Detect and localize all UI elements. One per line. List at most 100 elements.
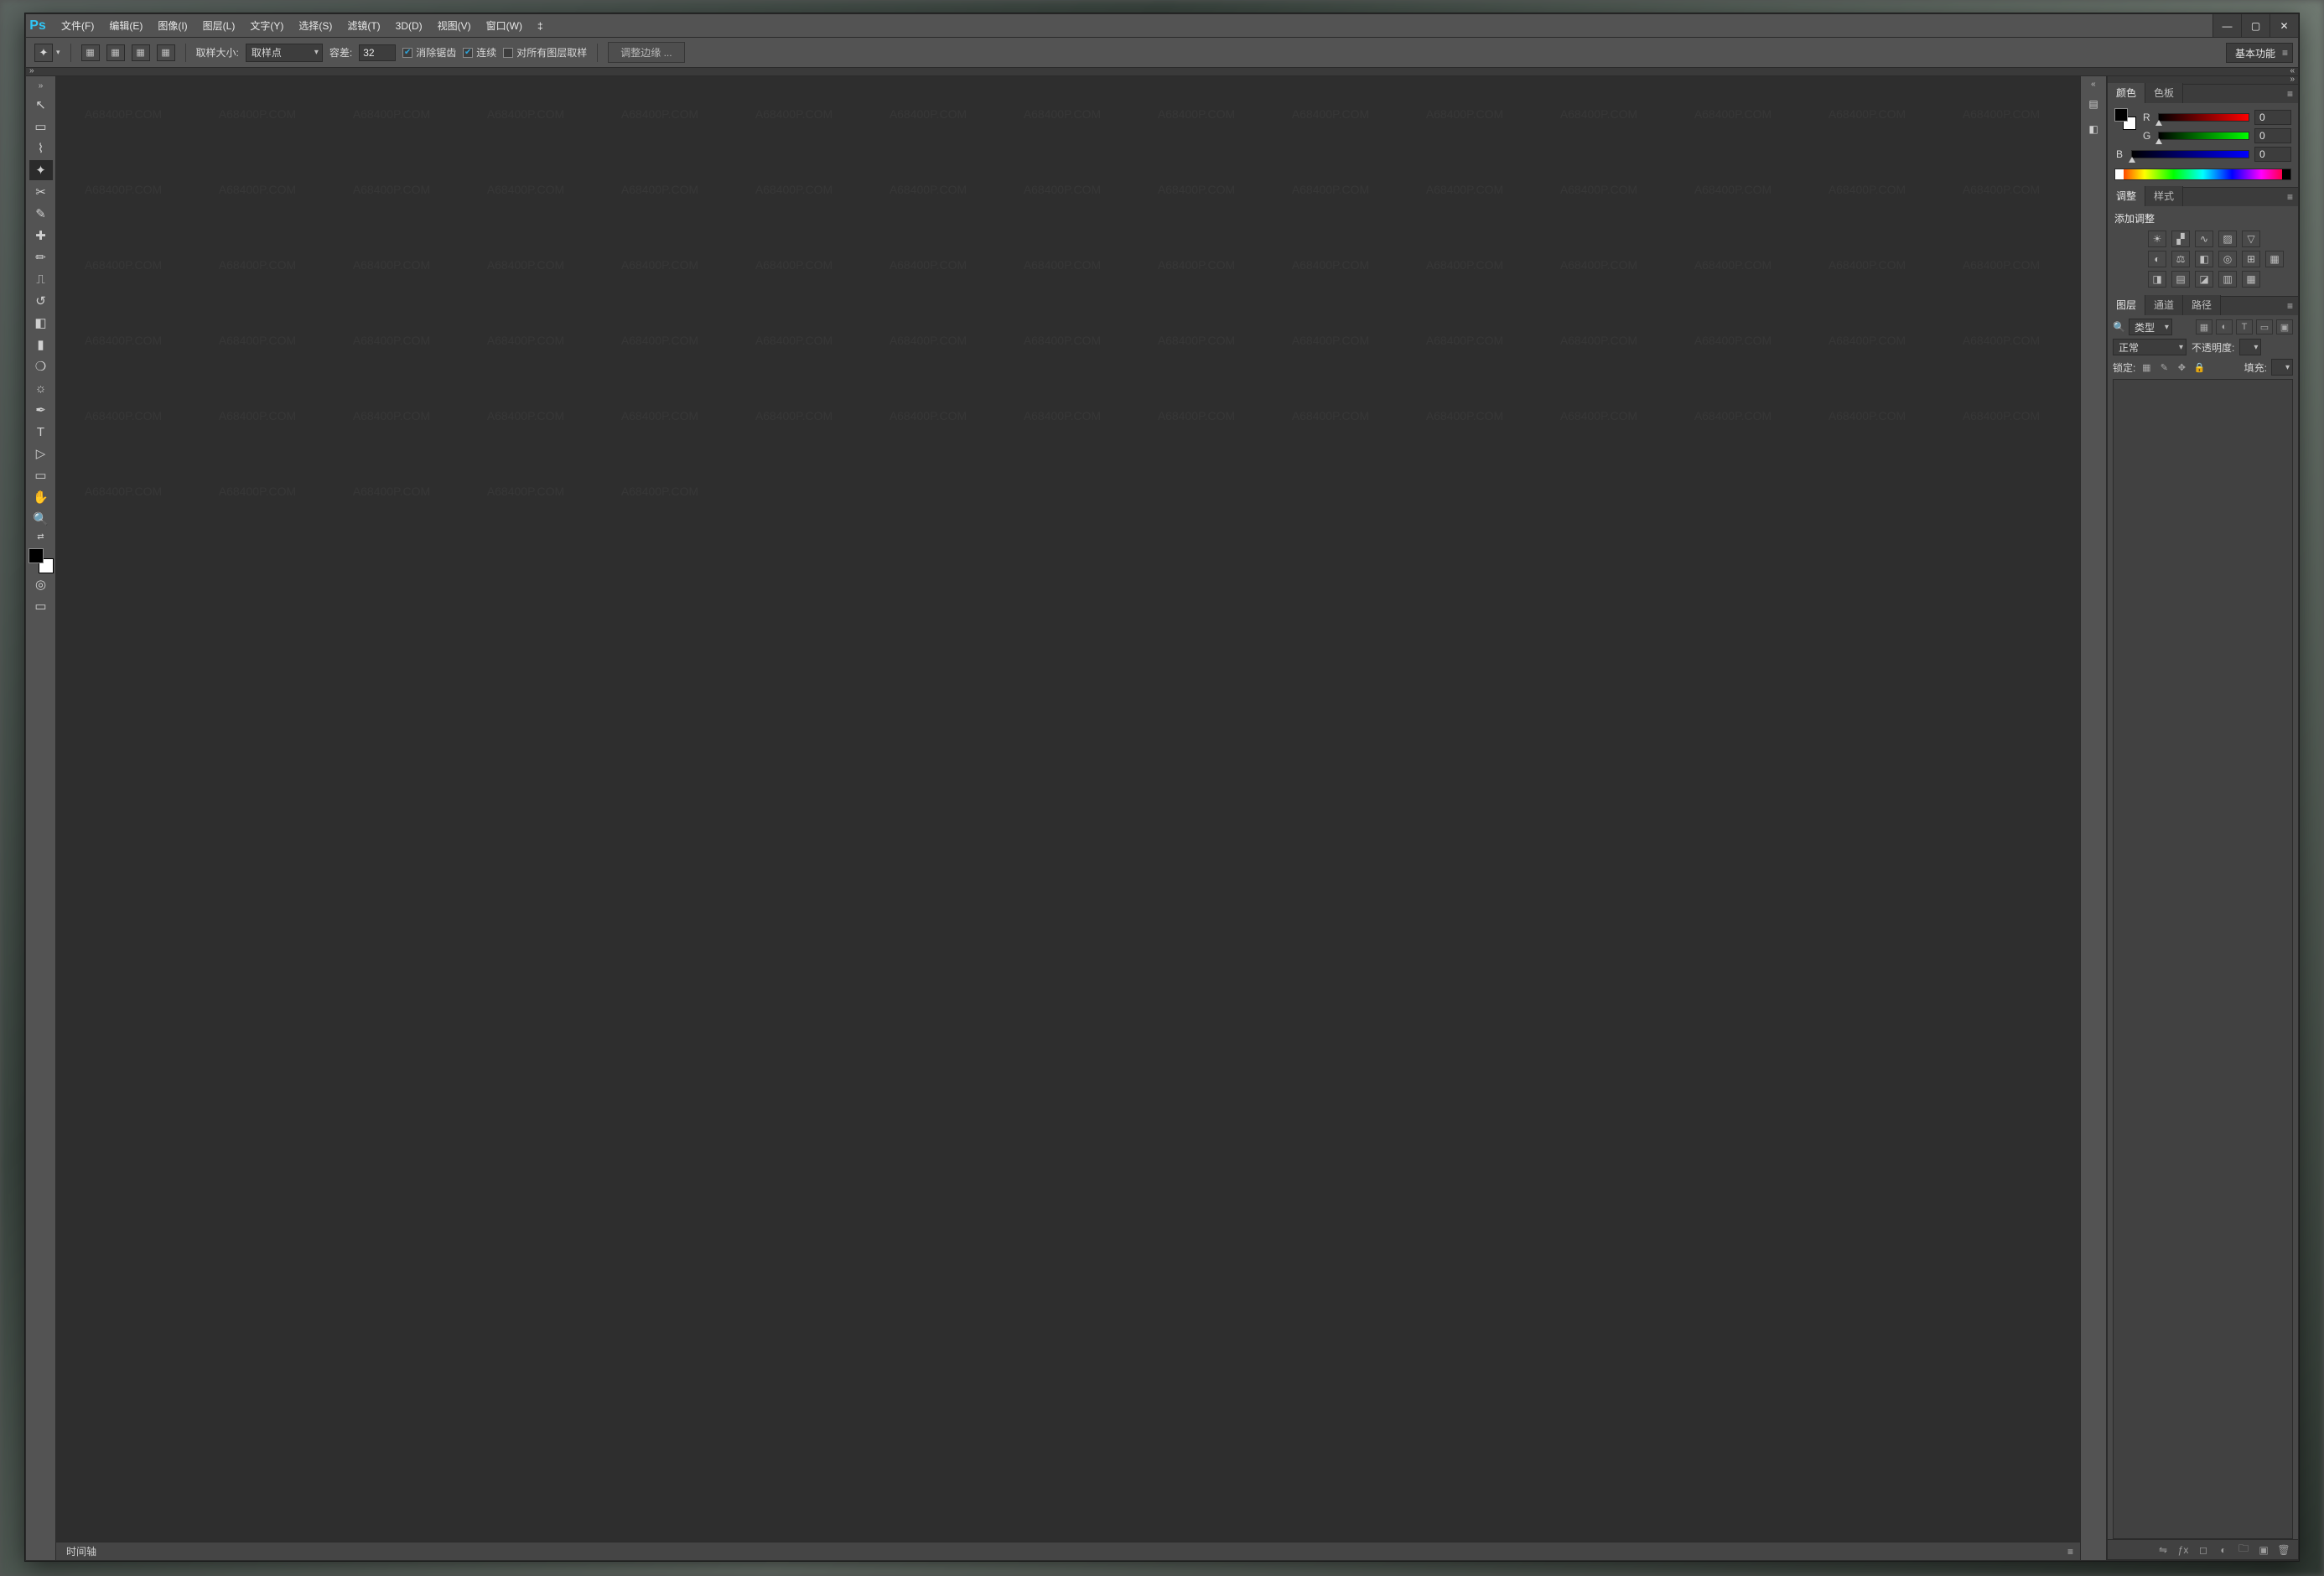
link-layers-icon[interactable]: ⇋: [2155, 1543, 2171, 1557]
g-value-input[interactable]: 0: [2254, 128, 2291, 143]
dock-collapse-icon[interactable]: »: [2091, 80, 2096, 89]
adjustments-panel-menu-icon[interactable]: ≡: [2287, 191, 2293, 203]
layers-panel-menu-icon[interactable]: ≡: [2287, 300, 2293, 312]
adj-balance-icon[interactable]: ⚖: [2171, 251, 2190, 267]
menu-edit[interactable]: 编辑(E): [102, 16, 149, 35]
screen-mode-toggle[interactable]: ▭: [29, 596, 53, 616]
menu-view[interactable]: 视图(V): [431, 16, 478, 35]
adj-channel-mixer-icon[interactable]: ⊞: [2242, 251, 2260, 267]
menu-file[interactable]: 文件(F): [54, 16, 101, 35]
adj-brightness-icon[interactable]: ☀: [2148, 231, 2166, 247]
b-slider[interactable]: [2131, 150, 2249, 158]
lock-position-icon[interactable]: ✥: [2175, 360, 2188, 374]
menu-layer[interactable]: 图层(L): [196, 16, 242, 35]
foreground-background-swatch[interactable]: [29, 548, 54, 573]
adj-bw-icon[interactable]: ◧: [2195, 251, 2213, 267]
tool-shape[interactable]: ▭: [29, 465, 53, 485]
tab-strip-left-icon[interactable]: »: [29, 66, 34, 75]
sample-size-select[interactable]: 取样点: [246, 44, 323, 62]
foreground-color-swatch[interactable]: [29, 548, 44, 563]
menu-filter[interactable]: 滤镜(T): [340, 16, 386, 35]
layer-mask-icon[interactable]: ◻: [2196, 1543, 2211, 1557]
tool-path-select[interactable]: ▷: [29, 443, 53, 464]
timeline-panel[interactable]: 时间轴 ≡: [56, 1542, 2080, 1560]
layer-filter-kind-select[interactable]: 类型: [2129, 319, 2172, 335]
adj-hue-icon[interactable]: ◐: [2148, 251, 2166, 267]
tool-healing[interactable]: ✚: [29, 226, 53, 246]
tool-lasso[interactable]: ⌇: [29, 138, 53, 158]
lock-transparent-icon[interactable]: ▦: [2140, 360, 2153, 374]
dock-history-icon[interactable]: ▤: [2083, 94, 2104, 114]
tool-brush[interactable]: ✏: [29, 247, 53, 267]
tab-channels[interactable]: 通道: [2145, 295, 2183, 315]
new-layer-icon[interactable]: ▣: [2256, 1543, 2271, 1557]
tool-dodge[interactable]: ☼: [29, 378, 53, 398]
filter-type-icon[interactable]: T: [2236, 319, 2253, 334]
maximize-button[interactable]: ▢: [2241, 14, 2270, 37]
antialias-checkbox[interactable]: [402, 48, 412, 58]
subtract-selection-icon[interactable]: ▦: [132, 44, 150, 61]
tool-pen[interactable]: ✒: [29, 400, 53, 420]
tool-crop[interactable]: ✂: [29, 182, 53, 202]
menu-image[interactable]: 图像(I): [151, 16, 194, 35]
color-panel-fg-swatch[interactable]: [2114, 108, 2128, 122]
tool-magic-wand[interactable]: ✦: [29, 160, 53, 180]
filter-pixel-icon[interactable]: ▦: [2196, 319, 2212, 334]
tool-history-brush[interactable]: ↺: [29, 291, 53, 311]
filter-smart-icon[interactable]: ▣: [2276, 319, 2293, 334]
tool-blur[interactable]: ❍: [29, 356, 53, 376]
adj-vibrance-icon[interactable]: ▽: [2242, 231, 2260, 247]
menu-window[interactable]: 窗口(W): [480, 16, 529, 35]
fill-input[interactable]: [2271, 359, 2293, 376]
adj-color-lookup-icon[interactable]: ▦: [2265, 251, 2284, 267]
color-panel-fgbg[interactable]: [2114, 108, 2136, 130]
r-slider[interactable]: [2158, 113, 2249, 122]
current-tool-icon[interactable]: ✦: [34, 44, 53, 62]
tool-move[interactable]: ↖: [29, 95, 53, 115]
lock-pixels-icon[interactable]: ✎: [2157, 360, 2171, 374]
tab-paths[interactable]: 路径: [2183, 295, 2221, 315]
color-panel-menu-icon[interactable]: ≡: [2287, 88, 2293, 100]
tool-preset-caret-icon[interactable]: ▾: [56, 48, 60, 57]
tool-eraser[interactable]: ◧: [29, 313, 53, 333]
adj-posterize-icon[interactable]: ▤: [2171, 271, 2190, 288]
adj-levels-icon[interactable]: ▞: [2171, 231, 2190, 247]
new-selection-icon[interactable]: ▦: [81, 44, 100, 61]
layer-style-icon[interactable]: ƒx: [2176, 1543, 2191, 1557]
delete-layer-icon[interactable]: 🗑: [2276, 1543, 2291, 1557]
quickmask-toggle[interactable]: ◎: [29, 574, 53, 594]
dock-properties-icon[interactable]: ◧: [2083, 119, 2104, 139]
sample-all-layers-checkbox[interactable]: [503, 48, 513, 58]
add-selection-icon[interactable]: ▦: [106, 44, 125, 61]
menu-select[interactable]: 选择(S): [292, 16, 339, 35]
adj-gradient-map-icon[interactable]: ▥: [2218, 271, 2237, 288]
new-adjustment-layer-icon[interactable]: ◐: [2216, 1543, 2231, 1557]
menu-help[interactable]: ‡: [531, 18, 550, 34]
contiguous-checkbox[interactable]: [463, 48, 473, 58]
canvas[interactable]: A68400P.COMA68400P.COMA68400P.COMA68400P…: [56, 76, 2080, 1542]
tab-swatches[interactable]: 色板: [2145, 83, 2183, 103]
tool-gradient[interactable]: ▮: [29, 334, 53, 355]
tool-eyedropper[interactable]: ✎: [29, 204, 53, 224]
tool-stamp[interactable]: ⎍: [29, 269, 53, 289]
adj-curves-icon[interactable]: ∿: [2195, 231, 2213, 247]
tab-color[interactable]: 颜色: [2108, 83, 2145, 103]
b-value-input[interactable]: 0: [2254, 147, 2291, 162]
adj-photo-filter-icon[interactable]: ◎: [2218, 251, 2237, 267]
tool-swap-colors-icon[interactable]: ⇄: [29, 531, 53, 542]
close-button[interactable]: ✕: [2270, 14, 2298, 37]
g-slider[interactable]: [2158, 132, 2249, 140]
filter-adjust-icon[interactable]: ◐: [2216, 319, 2233, 334]
filter-shape-icon[interactable]: ▭: [2256, 319, 2273, 334]
tool-zoom[interactable]: 🔍: [29, 509, 53, 529]
workspace-switcher[interactable]: 基本功能: [2226, 43, 2293, 63]
adj-threshold-icon[interactable]: ◪: [2195, 271, 2213, 288]
minimize-button[interactable]: —: [2212, 14, 2241, 37]
filter-search-icon[interactable]: 🔍: [2113, 321, 2125, 333]
opacity-input[interactable]: [2239, 339, 2261, 355]
layer-list[interactable]: [2113, 379, 2293, 1539]
lock-all-icon[interactable]: 🔒: [2192, 360, 2206, 374]
tab-layers[interactable]: 图层: [2108, 295, 2145, 315]
menu-type[interactable]: 文字(Y): [243, 16, 290, 35]
adj-exposure-icon[interactable]: ▨: [2218, 231, 2237, 247]
